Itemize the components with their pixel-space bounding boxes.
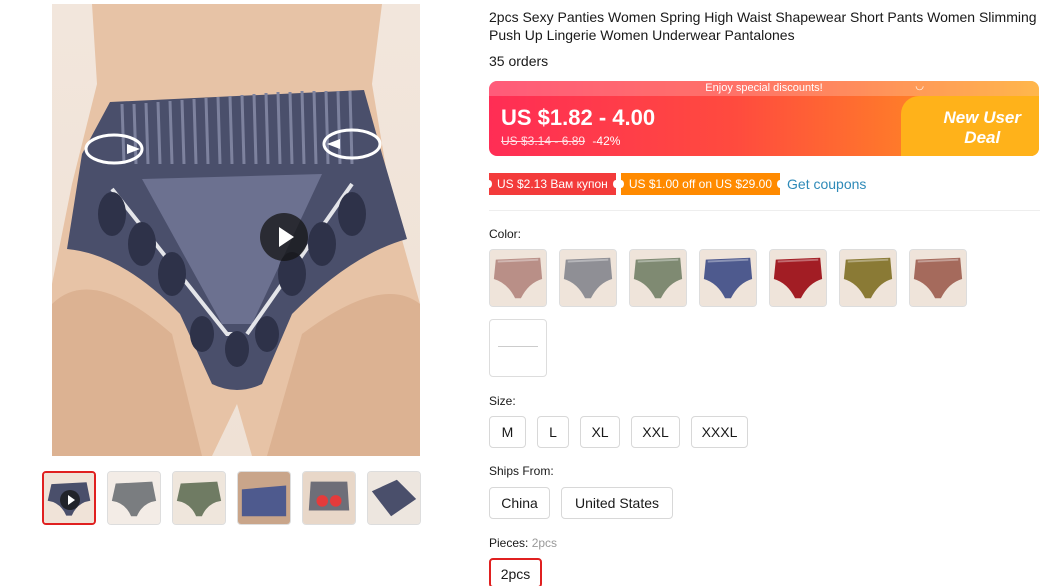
play-icon[interactable] [260,213,308,261]
thumbnail-image[interactable] [302,471,356,525]
discount-badge: -42% [592,134,621,148]
ships-from-china[interactable]: China [489,487,550,519]
thumbnail-strip [42,471,421,525]
banner-promo-text: Enjoy special discounts! [489,81,1039,96]
size-option-m[interactable]: M [489,416,526,448]
thumbnail-image[interactable] [237,471,291,525]
original-price: US $3.14 - 6.89 -42% [501,134,620,148]
coupon-store[interactable]: US $2.13 Вам купон [486,173,619,195]
pieces-label: Pieces: 2pcs [489,536,557,550]
pieces-label-text: Pieces: [489,536,529,550]
pieces-option-2pcs[interactable]: 2pcs [489,558,542,586]
thumbnail-image[interactable] [367,471,421,525]
color-swatch-pink[interactable] [489,249,547,307]
coupon-select[interactable]: US $1.00 off on US $29.00 [617,173,784,195]
new-user-deal-text: New User Deal [944,108,1021,148]
coupon-row: US $2.13 Вам купон US $1.00 off on US $2… [486,173,866,195]
size-label: Size: [489,394,516,408]
thumbnail-image[interactable] [172,471,226,525]
color-label: Color: [489,227,522,241]
color-swatch-blank[interactable] [489,319,547,377]
size-option-xl[interactable]: XL [580,416,620,448]
order-count: 35 orders [489,53,549,69]
product-main-image[interactable] [52,4,420,456]
deal-line-1: New User [943,108,1021,127]
divider [489,210,1040,211]
color-swatch-green[interactable] [629,249,687,307]
product-title: 2pcs Sexy Panties Women Spring High Wais… [489,9,1037,43]
deal-line-2: Deal [964,128,1001,147]
color-swatch-red[interactable] [769,249,827,307]
color-swatch-blue[interactable] [699,249,757,307]
thumbnail-video[interactable] [42,471,96,525]
size-option-xxl[interactable]: XXL [631,416,680,448]
size-option-l[interactable]: L [537,416,569,448]
bell-icon: ◡ [915,81,924,92]
ships-from-label: Ships From: [489,464,554,478]
color-swatch-brown[interactable] [909,249,967,307]
ships-from-united-states[interactable]: United States [561,487,673,519]
size-option-xxxl[interactable]: XXXL [691,416,748,448]
get-coupons-link[interactable]: Get coupons [787,176,866,192]
price-banner: Enjoy special discounts! ◡ US $1.82 - 4.… [489,81,1039,156]
pieces-selected-value: 2pcs [531,536,558,550]
color-swatch-grey[interactable] [559,249,617,307]
price-range: US $1.82 - 4.00 [501,105,656,130]
play-icon [60,490,80,510]
color-swatch-olive[interactable] [839,249,897,307]
original-price-value: US $3.14 - 6.89 [501,134,586,148]
thumbnail-image[interactable] [107,471,161,525]
